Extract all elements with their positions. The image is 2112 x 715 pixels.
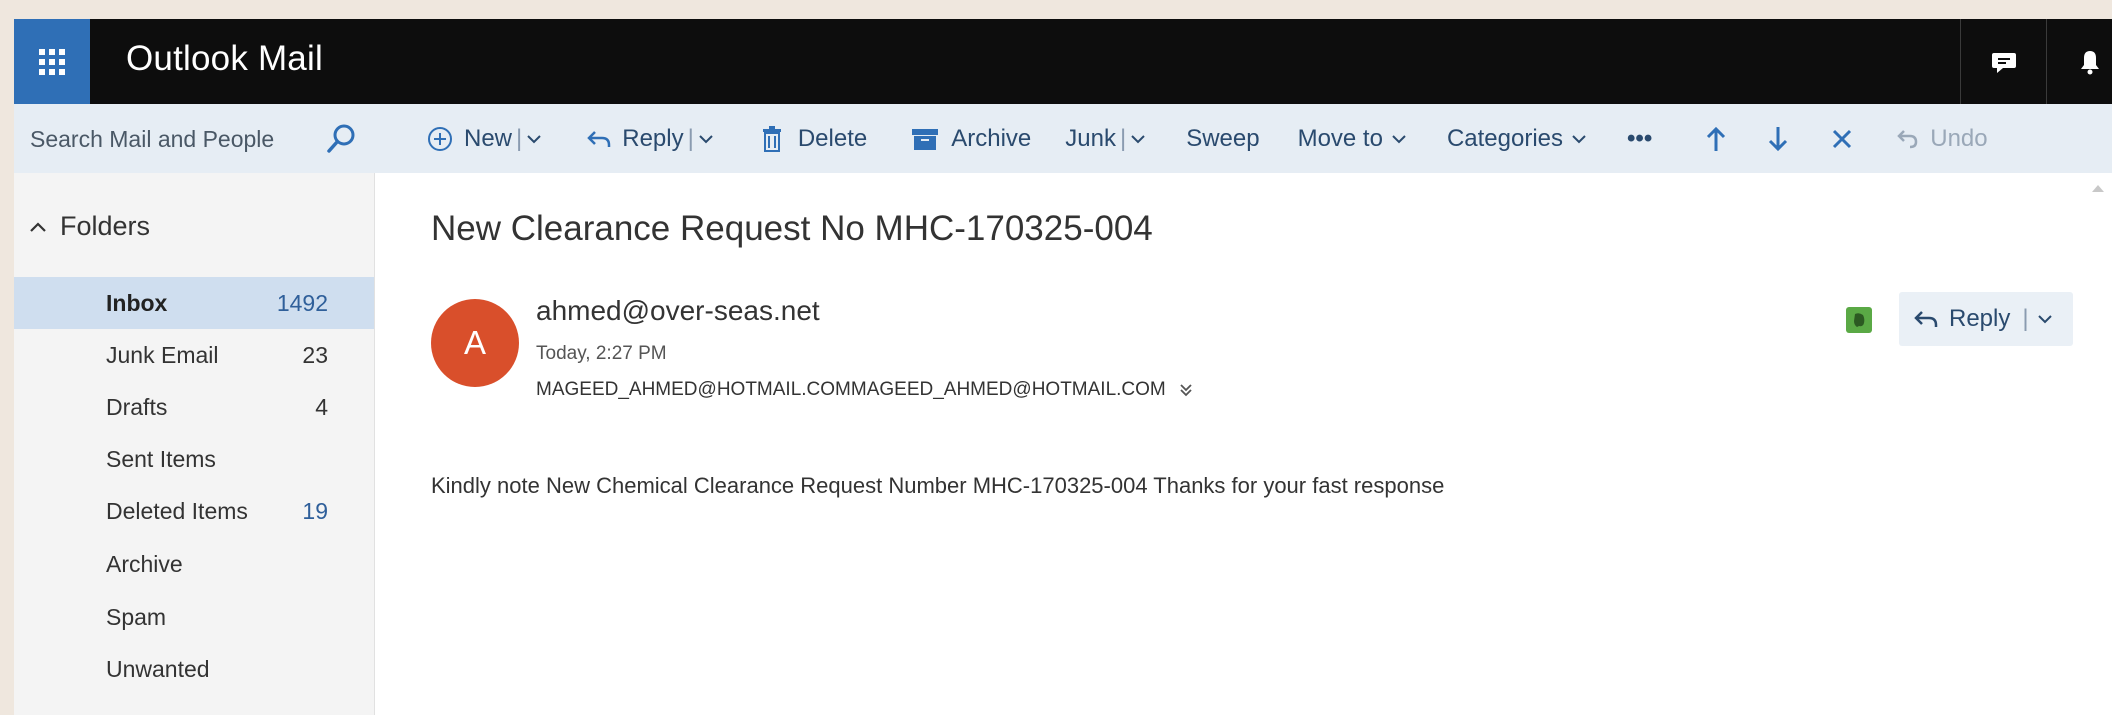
archive-button[interactable]: Archive	[911, 125, 1031, 153]
chevron-down-icon	[1392, 134, 1406, 143]
undo-icon	[1897, 129, 1918, 148]
new-button[interactable]: New |	[426, 125, 542, 153]
next-item-button[interactable]	[1766, 125, 1790, 153]
reply-button[interactable]: Reply |	[586, 125, 714, 153]
scroll-up-arrow[interactable]	[2092, 185, 2104, 192]
archive-icon	[912, 128, 939, 150]
chevron-down-icon	[1572, 134, 1586, 143]
message-subject: New Clearance Request No MHC-170325-004	[431, 209, 1153, 248]
avatar-letter: A	[463, 324, 486, 361]
folder-junk-email[interactable]: Junk Email 23	[14, 329, 374, 381]
outlook-window: Outlook Mail Search Mail and People New …	[14, 19, 2112, 715]
folder-spam[interactable]: Spam	[14, 591, 374, 643]
folder-count: 1492	[276, 289, 328, 316]
junk-label: Junk	[1065, 124, 1116, 152]
folder-label: Deleted Items	[106, 497, 248, 524]
close-message-button[interactable]	[1830, 127, 1854, 151]
junk-button[interactable]: Junk |	[1065, 125, 1146, 153]
arrow-up-icon	[1707, 126, 1726, 151]
chat-button[interactable]	[1960, 19, 2047, 104]
folder-unwanted[interactable]: Unwanted	[14, 643, 374, 695]
previous-item-button[interactable]	[1704, 125, 1728, 153]
bell-icon	[2081, 50, 2099, 74]
folder-count: 23	[302, 341, 328, 368]
chevron-down-icon[interactable]	[2037, 311, 2053, 327]
command-toolbar: New | Reply | Delete Archive Junk | Swee…	[374, 104, 2112, 173]
search-icon[interactable]	[324, 122, 358, 156]
chevron-down-icon[interactable]	[1130, 131, 1146, 147]
trash-icon	[762, 125, 781, 152]
search-input[interactable]: Search Mail and People	[30, 126, 274, 153]
categories-label: Categories	[1446, 124, 1564, 152]
new-label: New	[464, 124, 513, 152]
app-header: Outlook Mail	[14, 19, 2112, 104]
folder-drafts[interactable]: Drafts 4	[14, 381, 374, 433]
recipients-line: MAGEED_AHMED@HOTMAIL.COMMAGEED_AHMED@HOT…	[536, 379, 1194, 401]
chevron-up-icon	[30, 221, 46, 232]
folder-label: Drafts	[106, 393, 168, 420]
folder-label: Junk Email	[106, 341, 219, 368]
move-to-button[interactable]: Move to	[1298, 125, 1407, 153]
folder-count: 4	[315, 393, 328, 420]
more-actions-button[interactable]: •••	[1627, 125, 1652, 153]
app-launcher-button[interactable]	[14, 19, 90, 104]
message-date: Today, 2:27 PM	[536, 343, 667, 364]
reply-label: Reply	[1949, 305, 2011, 332]
reading-pane: New Clearance Request No MHC-170325-004 …	[375, 173, 2112, 715]
arrow-down-icon	[1769, 126, 1788, 151]
evernote-icon	[1854, 313, 1865, 327]
recipients-text: MAGEED_AHMED@HOTMAIL.COMMAGEED_AHMED@HOT…	[536, 379, 1166, 400]
folders-header[interactable]: Folders	[28, 211, 150, 242]
sweep-button[interactable]: Sweep	[1186, 125, 1259, 153]
reply-icon	[587, 130, 611, 147]
close-icon	[1833, 129, 1852, 148]
folder-inbox[interactable]: Inbox 1492	[14, 277, 374, 329]
folder-sent-items[interactable]: Sent Items	[14, 433, 374, 485]
chat-icon	[1992, 52, 2016, 73]
folder-archive[interactable]: Archive	[14, 538, 374, 590]
search-box[interactable]: Search Mail and People	[14, 104, 375, 173]
folder-label: Inbox	[106, 289, 168, 316]
move-to-label: Move to	[1297, 124, 1383, 152]
more-icon: •••	[1627, 124, 1653, 152]
waffle-icon	[39, 48, 65, 75]
folder-label: Archive	[106, 550, 183, 577]
folder-label: Sent Items	[106, 445, 216, 472]
undo-label: Undo	[1930, 124, 1988, 152]
sweep-label: Sweep	[1186, 124, 1260, 152]
plus-circle-icon	[428, 126, 452, 151]
notifications-button[interactable]	[2046, 19, 2112, 104]
folder-label: Unwanted	[106, 655, 210, 682]
categories-button[interactable]: Categories	[1447, 125, 1587, 153]
folder-count: 19	[302, 497, 328, 524]
expand-recipients-icon[interactable]	[1178, 382, 1194, 398]
archive-label: Archive	[951, 124, 1032, 152]
delete-button[interactable]: Delete	[760, 125, 867, 153]
message-body: Kindly note New Chemical Clearance Reque…	[431, 473, 1445, 498]
message-reply-button[interactable]: Reply |	[1899, 292, 2073, 346]
folder-label: Spam	[106, 603, 167, 630]
reply-label: Reply	[622, 124, 684, 152]
folder-pane: Folders Inbox 1492 Junk Email 23 Drafts …	[14, 173, 375, 715]
folders-heading: Folders	[60, 211, 151, 241]
delete-label: Delete	[797, 124, 868, 152]
undo-button[interactable]: Undo	[1896, 124, 1988, 153]
folder-deleted-items[interactable]: Deleted Items 19	[14, 485, 374, 537]
chevron-down-icon[interactable]	[698, 131, 714, 147]
app-title: Outlook Mail	[126, 39, 323, 78]
evernote-button[interactable]	[1846, 307, 1872, 333]
chevron-down-icon[interactable]	[526, 131, 542, 147]
avatar: A	[431, 299, 519, 387]
sender-address[interactable]: ahmed@over-seas.net	[536, 295, 820, 327]
reply-icon	[1914, 311, 1938, 327]
